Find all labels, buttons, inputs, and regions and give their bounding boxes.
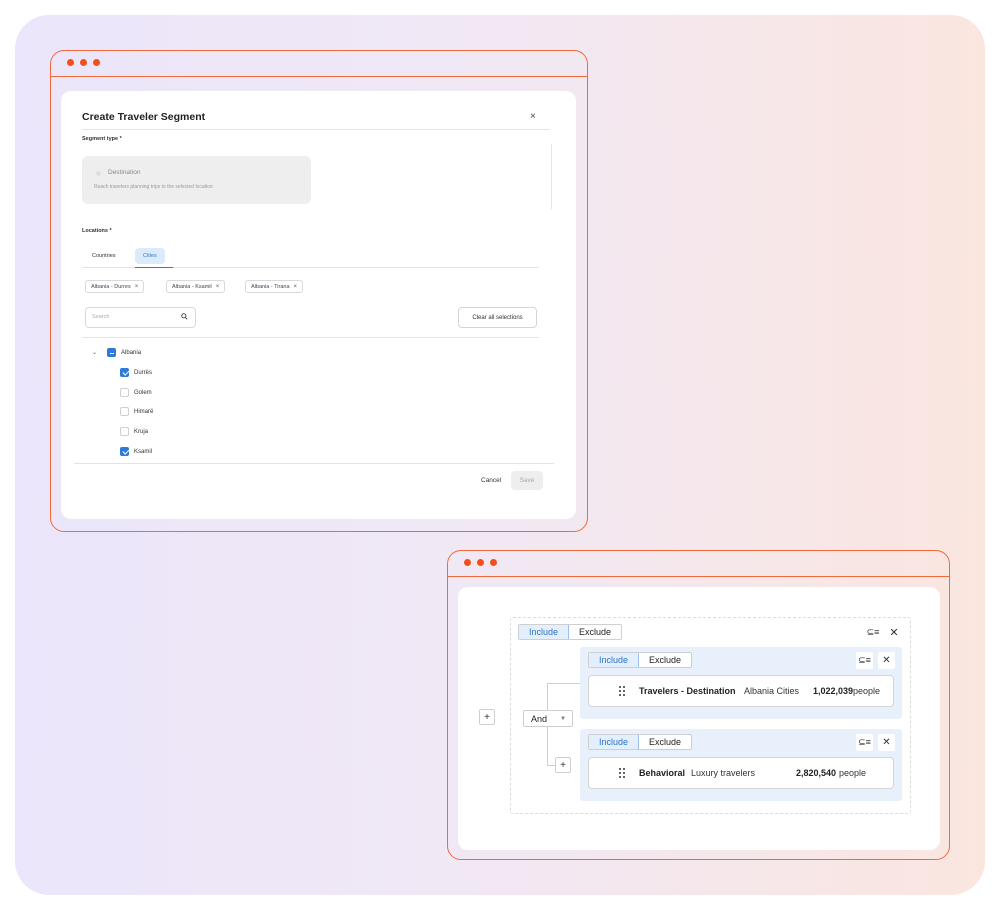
window-controls — [464, 559, 497, 566]
rule-count: 1,022,039 — [813, 686, 854, 696]
tree-item-label: Himarë — [134, 408, 154, 415]
selected-chip: Albania - Ksamil × — [166, 280, 226, 293]
segment-type-label: Segment type * — [82, 136, 122, 142]
window-title-bar — [51, 51, 587, 77]
include-exclude-toggle[interactable]: Include Exclude — [588, 652, 693, 668]
window-controls — [67, 59, 100, 66]
remove-chip-icon[interactable]: × — [135, 284, 139, 290]
modal-title: Create Traveler Segment — [82, 111, 206, 123]
cancel-button[interactable]: Cancel — [481, 477, 501, 484]
exclude-option[interactable]: Exclude — [569, 625, 621, 639]
window-dot[interactable] — [490, 559, 497, 566]
tree-item-city[interactable]: Ksamil — [120, 447, 152, 456]
search-icon — [181, 313, 188, 320]
create-segment-modal: Create Traveler Segment × Segment type *… — [61, 91, 576, 519]
rule-card[interactable]: Behavioral Luxury travelers 2,820,540 pe… — [588, 757, 894, 789]
include-option[interactable]: Include — [519, 625, 570, 639]
selected-chip: Albania - Tirana × — [245, 280, 304, 293]
tree-item-city[interactable]: Himarë — [120, 407, 153, 416]
checkbox-partial[interactable] — [107, 348, 117, 357]
locations-label: Locations * — [82, 228, 112, 234]
tree-item-city[interactable]: Kruja — [120, 427, 148, 436]
operator-value: And — [531, 713, 548, 724]
tree-item-city[interactable]: Durrës — [120, 368, 152, 377]
tree-item-city[interactable]: Golem — [120, 388, 152, 397]
checkbox-checked[interactable] — [120, 447, 129, 456]
close-icon[interactable]: × — [530, 111, 536, 122]
search-placeholder: Search — [92, 314, 110, 320]
connector-line — [547, 765, 555, 766]
operator-select[interactable]: And ▼ — [523, 710, 573, 727]
chip-label: Albania - Durres — [91, 283, 131, 290]
include-option[interactable]: Include — [589, 653, 640, 667]
window-dot[interactable] — [477, 559, 484, 566]
rule-builder-panel: Include Exclude ⊆≡ ✕ + And ▼ + Include E… — [458, 587, 940, 850]
rule-count: 2,820,540 — [796, 768, 837, 778]
rule-unit: people — [839, 768, 867, 778]
tree-item-albania[interactable]: ⌄ Albania — [92, 348, 141, 357]
chevron-down-icon: ▼ — [560, 716, 566, 722]
save-button[interactable]: Save — [511, 471, 543, 490]
window-dot[interactable] — [93, 59, 100, 66]
segment-type-option-destination[interactable]: Destination Reach travelers planning tri… — [82, 156, 311, 204]
add-rule-button[interactable]: + — [555, 757, 571, 773]
segment-option-description: Reach travelers planning trips to the se… — [94, 184, 213, 190]
browser-window-rule-builder: Include Exclude ⊆≡ ✕ + And ▼ + Include E… — [447, 550, 950, 860]
collapse-icon[interactable]: ⊆≡ — [856, 734, 873, 751]
divider — [82, 337, 539, 338]
divider — [82, 129, 550, 130]
chip-label: Albania - Ksamil — [172, 283, 212, 290]
drag-handle-icon[interactable] — [619, 768, 625, 778]
scroll-divider — [551, 144, 552, 209]
window-title-bar — [448, 551, 949, 577]
rule-unit: people — [853, 686, 881, 696]
rule-detail: Luxury travelers — [691, 768, 756, 778]
window-dot[interactable] — [80, 59, 87, 66]
footer-divider — [74, 463, 554, 464]
tab-cities[interactable]: Cities — [135, 248, 165, 264]
exclude-option[interactable]: Exclude — [639, 735, 691, 749]
checkbox[interactable] — [120, 427, 129, 436]
rule-card[interactable]: Travelers - Destination Albania Cities 1… — [588, 675, 894, 707]
chip-label: Albania - Tirana — [251, 283, 290, 290]
collapse-icon[interactable]: ⊆≡ — [856, 652, 873, 669]
remove-chip-icon[interactable]: × — [216, 284, 220, 290]
rule-detail: Albania Cities — [744, 686, 800, 696]
connector-line — [547, 683, 580, 684]
radio-button[interactable] — [96, 171, 101, 176]
rule-group: Include Exclude ⊆≡ ✕ Travelers - Destina… — [580, 647, 902, 719]
browser-window-segment-modal: Create Traveler Segment × Segment type *… — [50, 50, 588, 532]
close-icon[interactable]: ✕ — [886, 624, 902, 640]
close-icon[interactable]: ✕ — [878, 652, 895, 669]
tab-countries[interactable]: Countries — [84, 248, 124, 264]
search-input[interactable]: Search — [85, 307, 196, 328]
include-exclude-toggle[interactable]: Include Exclude — [518, 624, 623, 640]
drag-handle-icon[interactable] — [619, 686, 625, 696]
clear-all-button[interactable]: Clear all selections — [458, 307, 537, 328]
remove-chip-icon[interactable]: × — [294, 284, 298, 290]
exclude-option[interactable]: Exclude — [639, 653, 691, 667]
close-icon[interactable]: ✕ — [878, 734, 895, 751]
checkbox[interactable] — [120, 407, 129, 416]
add-group-button[interactable]: + — [479, 709, 495, 725]
active-tab-indicator — [135, 266, 173, 268]
tree-item-label: Kruja — [134, 428, 149, 435]
checkbox-checked[interactable] — [120, 368, 129, 377]
tree-item-label: Durrës — [134, 369, 153, 376]
rule-category: Travelers - Destination — [639, 686, 736, 696]
window-dot[interactable] — [67, 59, 74, 66]
chevron-down-icon[interactable]: ⌄ — [92, 349, 97, 356]
tree-item-label: Albania — [121, 349, 142, 356]
tree-item-label: Ksamil — [134, 448, 153, 455]
window-dot[interactable] — [464, 559, 471, 566]
collapse-icon[interactable]: ⊆≡ — [865, 624, 881, 640]
include-exclude-toggle[interactable]: Include Exclude — [588, 734, 693, 750]
rule-group: Include Exclude ⊆≡ ✕ Behavioral Luxury t… — [580, 729, 902, 801]
include-option[interactable]: Include — [589, 735, 640, 749]
checkbox[interactable] — [120, 388, 129, 397]
tree-item-label: Golem — [134, 389, 152, 396]
rule-category: Behavioral — [639, 768, 686, 778]
selected-chip: Albania - Durres × — [85, 280, 145, 293]
segment-option-title: Destination — [108, 169, 141, 176]
